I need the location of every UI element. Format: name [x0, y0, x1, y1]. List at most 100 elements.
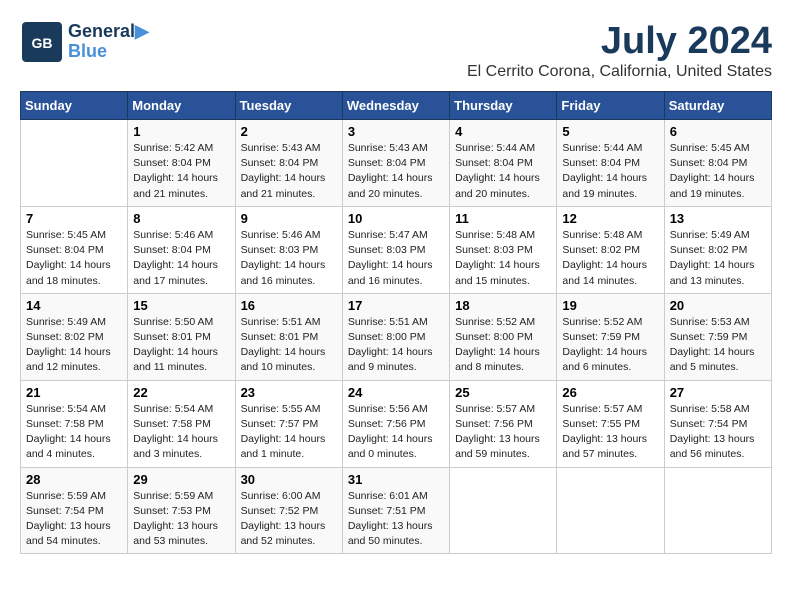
calendar-cell: 18 Sunrise: 5:52 AM Sunset: 8:00 PM Dayli…: [450, 293, 557, 380]
day-number: 12: [562, 211, 658, 226]
day-number: 27: [670, 385, 766, 400]
day-info: Sunrise: 5:46 AM Sunset: 8:04 PM Dayligh…: [133, 228, 229, 289]
day-number: 21: [26, 385, 122, 400]
weekday-header-monday: Monday: [128, 92, 235, 120]
calendar-cell: 20Sunrise: 5:53 AM Sunset: 7:59 PM Dayli…: [664, 293, 771, 380]
day-number: 28: [26, 472, 122, 487]
calendar-cell: 8Sunrise: 5:46 AM Sunset: 8:04 PM Daylig…: [128, 206, 235, 293]
calendar-cell: 16 Sunrise: 5:51 AM Sunset: 8:01 PM Dayli…: [235, 293, 342, 380]
weekday-header-thursday: Thursday: [450, 92, 557, 120]
day-info: Sunrise: 5:48 AM Sunset: 8:02 PM Dayligh…: [562, 228, 658, 289]
day-info: Sunrise: 5:59 AM Sunset: 7:54 PM Dayligh…: [26, 489, 122, 550]
day-info: Sunrise: 5:47 AM Sunset: 8:03 PM Dayligh…: [348, 228, 444, 289]
calendar-cell: 31 Sunrise: 6:01 AM Sunset: 7:51 PM Dayli…: [342, 467, 449, 554]
day-number: 18: [455, 298, 551, 313]
day-number: 24: [348, 385, 444, 400]
day-info: Sunrise: 5:53 AM Sunset: 7:59 PM Dayligh…: [670, 315, 766, 376]
day-number: 26: [562, 385, 658, 400]
calendar-cell: 12 Sunrise: 5:48 AM Sunset: 8:02 PM Dayli…: [557, 206, 664, 293]
day-info: Sunrise: 5:58 AM Sunset: 7:54 PM Dayligh…: [670, 402, 766, 463]
calendar-cell: 10 Sunrise: 5:47 AM Sunset: 8:03 PM Dayli…: [342, 206, 449, 293]
day-info: Sunrise: 5:57 AM Sunset: 7:55 PM Dayligh…: [562, 402, 658, 463]
calendar-cell: 3 Sunrise: 5:43 AM Sunset: 8:04 PM Daylig…: [342, 120, 449, 207]
day-number: 11: [455, 211, 551, 226]
day-info: Sunrise: 5:51 AM Sunset: 8:00 PM Dayligh…: [348, 315, 444, 376]
calendar-cell: 6 Sunrise: 5:45 AM Sunset: 8:04 PM Daylig…: [664, 120, 771, 207]
day-number: 4: [455, 124, 551, 139]
weekday-header-friday: Friday: [557, 92, 664, 120]
day-number: 22: [133, 385, 229, 400]
calendar-cell: 19Sunrise: 5:52 AM Sunset: 7:59 PM Dayli…: [557, 293, 664, 380]
day-info: Sunrise: 5:54 AM Sunset: 7:58 PM Dayligh…: [26, 402, 122, 463]
day-number: 5: [562, 124, 658, 139]
title-area: July 2024 El Cerrito Corona, California,…: [467, 20, 772, 81]
day-number: 14: [26, 298, 122, 313]
calendar-cell: 24 Sunrise: 5:56 AM Sunset: 7:56 PM Dayli…: [342, 380, 449, 467]
calendar-cell: 7 Sunrise: 5:45 AM Sunset: 8:04 PM Daylig…: [21, 206, 128, 293]
calendar-cell: 22 Sunrise: 5:54 AM Sunset: 7:58 PM Dayli…: [128, 380, 235, 467]
day-number: 31: [348, 472, 444, 487]
calendar-cell: 27 Sunrise: 5:58 AM Sunset: 7:54 PM Dayli…: [664, 380, 771, 467]
calendar-cell: 2 Sunrise: 5:43 AM Sunset: 8:04 PM Daylig…: [235, 120, 342, 207]
weekday-header-wednesday: Wednesday: [342, 92, 449, 120]
day-info: Sunrise: 5:48 AM Sunset: 8:03 PM Dayligh…: [455, 228, 551, 289]
weekday-header-saturday: Saturday: [664, 92, 771, 120]
day-info: Sunrise: 5:52 AM Sunset: 8:00 PM Dayligh…: [455, 315, 551, 376]
day-info: Sunrise: 5:44 AM Sunset: 8:04 PM Dayligh…: [455, 141, 551, 202]
weekday-header-tuesday: Tuesday: [235, 92, 342, 120]
logo: GB General▶ Blue: [20, 20, 149, 64]
calendar-cell: 15Sunrise: 5:50 AM Sunset: 8:01 PM Dayli…: [128, 293, 235, 380]
calendar-cell: 30Sunrise: 6:00 AM Sunset: 7:52 PM Dayli…: [235, 467, 342, 554]
calendar-cell: 4 Sunrise: 5:44 AM Sunset: 8:04 PM Daylig…: [450, 120, 557, 207]
day-info: Sunrise: 5:54 AM Sunset: 7:58 PM Dayligh…: [133, 402, 229, 463]
day-number: 16: [241, 298, 337, 313]
calendar-cell: 25 Sunrise: 5:57 AM Sunset: 7:56 PM Dayli…: [450, 380, 557, 467]
day-info: Sunrise: 5:45 AM Sunset: 8:04 PM Dayligh…: [26, 228, 122, 289]
calendar-cell: 23Sunrise: 5:55 AM Sunset: 7:57 PM Dayli…: [235, 380, 342, 467]
calendar-cell: 9 Sunrise: 5:46 AM Sunset: 8:03 PM Daylig…: [235, 206, 342, 293]
calendar-cell: 5Sunrise: 5:44 AM Sunset: 8:04 PM Daylig…: [557, 120, 664, 207]
calendar-cell: [557, 467, 664, 554]
day-number: 29: [133, 472, 229, 487]
day-number: 1: [133, 124, 229, 139]
day-number: 10: [348, 211, 444, 226]
day-info: Sunrise: 5:59 AM Sunset: 7:53 PM Dayligh…: [133, 489, 229, 550]
day-info: Sunrise: 5:43 AM Sunset: 8:04 PM Dayligh…: [241, 141, 337, 202]
calendar-cell: 29 Sunrise: 5:59 AM Sunset: 7:53 PM Dayli…: [128, 467, 235, 554]
day-info: Sunrise: 6:00 AM Sunset: 7:52 PM Dayligh…: [241, 489, 337, 550]
location-title: El Cerrito Corona, California, United St…: [467, 63, 772, 81]
calendar-cell: 28 Sunrise: 5:59 AM Sunset: 7:54 PM Dayli…: [21, 467, 128, 554]
day-info: Sunrise: 5:45 AM Sunset: 8:04 PM Dayligh…: [670, 141, 766, 202]
calendar-cell: 1 Sunrise: 5:42 AM Sunset: 8:04 PM Daylig…: [128, 120, 235, 207]
calendar-cell: 11 Sunrise: 5:48 AM Sunset: 8:03 PM Dayli…: [450, 206, 557, 293]
day-info: Sunrise: 5:42 AM Sunset: 8:04 PM Dayligh…: [133, 141, 229, 202]
day-info: Sunrise: 5:57 AM Sunset: 7:56 PM Dayligh…: [455, 402, 551, 463]
day-number: 19: [562, 298, 658, 313]
day-number: 15: [133, 298, 229, 313]
day-number: 3: [348, 124, 444, 139]
day-info: Sunrise: 5:46 AM Sunset: 8:03 PM Dayligh…: [241, 228, 337, 289]
day-info: Sunrise: 5:55 AM Sunset: 7:57 PM Dayligh…: [241, 402, 337, 463]
month-title: July 2024: [467, 20, 772, 63]
day-info: Sunrise: 5:43 AM Sunset: 8:04 PM Dayligh…: [348, 141, 444, 202]
calendar-cell: [450, 467, 557, 554]
calendar-cell: 14Sunrise: 5:49 AM Sunset: 8:02 PM Dayli…: [21, 293, 128, 380]
calendar-cell: 17 Sunrise: 5:51 AM Sunset: 8:00 PM Dayli…: [342, 293, 449, 380]
day-number: 25: [455, 385, 551, 400]
day-number: 13: [670, 211, 766, 226]
weekday-header-sunday: Sunday: [21, 92, 128, 120]
day-number: 17: [348, 298, 444, 313]
day-number: 6: [670, 124, 766, 139]
day-info: Sunrise: 5:56 AM Sunset: 7:56 PM Dayligh…: [348, 402, 444, 463]
header: GB General▶ Blue July 2024 El Cerrito Co…: [20, 20, 772, 81]
svg-text:GB: GB: [32, 35, 53, 51]
day-info: Sunrise: 6:01 AM Sunset: 7:51 PM Dayligh…: [348, 489, 444, 550]
calendar-cell: 21 Sunrise: 5:54 AM Sunset: 7:58 PM Dayli…: [21, 380, 128, 467]
day-number: 9: [241, 211, 337, 226]
day-info: Sunrise: 5:51 AM Sunset: 8:01 PM Dayligh…: [241, 315, 337, 376]
day-info: Sunrise: 5:49 AM Sunset: 8:02 PM Dayligh…: [670, 228, 766, 289]
calendar-cell: 13 Sunrise: 5:49 AM Sunset: 8:02 PM Dayli…: [664, 206, 771, 293]
calendar-cell: 26 Sunrise: 5:57 AM Sunset: 7:55 PM Dayli…: [557, 380, 664, 467]
day-number: 7: [26, 211, 122, 226]
day-number: 2: [241, 124, 337, 139]
